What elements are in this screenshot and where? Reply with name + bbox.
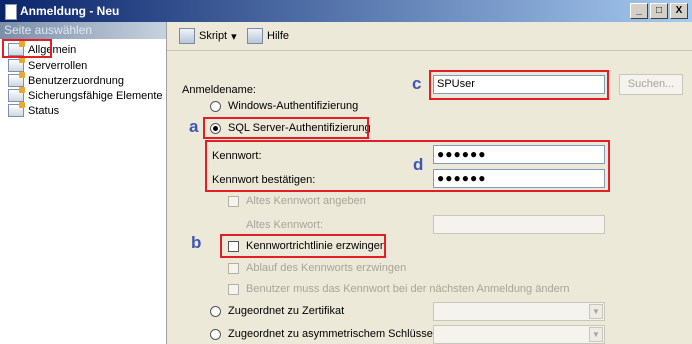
certificate-radio[interactable] bbox=[210, 306, 221, 317]
highlight-box-allgemein bbox=[2, 39, 52, 58]
help-button[interactable]: Hilfe bbox=[247, 28, 289, 44]
highlight-box-sql-auth bbox=[203, 117, 369, 139]
old-password-check-label: Altes Kennwort angeben bbox=[246, 195, 366, 207]
login-name-label: Anmeldename: bbox=[182, 84, 256, 96]
certificate-select[interactable]: ▼ bbox=[433, 302, 605, 321]
sidebar-item-label: Serverrollen bbox=[28, 59, 88, 72]
old-password-checkbox[interactable] bbox=[228, 196, 239, 207]
sidebar-item-benutzerzuordnung[interactable]: Benutzerzuordnung bbox=[8, 72, 125, 88]
marker-b: b bbox=[191, 233, 202, 252]
asymmetric-key-radio[interactable] bbox=[210, 329, 221, 340]
page-selector-pane: Seite auswählen Allgemein Serverrollen B… bbox=[0, 22, 167, 344]
search-button[interactable]: Suchen... bbox=[619, 74, 683, 95]
asymmetric-key-select[interactable]: ▼ bbox=[433, 325, 605, 344]
enforce-expiration-checkbox[interactable] bbox=[228, 263, 239, 274]
must-change-checkbox[interactable] bbox=[228, 284, 239, 295]
sidebar-item-status[interactable]: Status bbox=[8, 102, 60, 118]
help-icon bbox=[247, 28, 263, 44]
maximize-button[interactable]: □ bbox=[650, 3, 668, 19]
pane-header: Seite auswählen bbox=[0, 22, 166, 39]
certificate-label: Zugeordnet zu Zertifikat bbox=[228, 305, 345, 317]
chevron-down-icon: ▼ bbox=[589, 327, 603, 342]
minimize-button[interactable]: _ bbox=[630, 3, 648, 19]
window-controls: _ □ X bbox=[630, 3, 688, 19]
close-button[interactable]: X bbox=[670, 3, 688, 19]
script-label: Skript bbox=[199, 30, 228, 42]
windows-auth-radio[interactable] bbox=[210, 101, 221, 112]
sidebar-item-label: Status bbox=[28, 104, 60, 117]
marker-c: c bbox=[412, 74, 422, 93]
marker-d: d bbox=[413, 155, 424, 174]
sidebar-item-serverrollen[interactable]: Serverrollen bbox=[8, 57, 88, 73]
page-icon bbox=[8, 57, 25, 72]
page-icon bbox=[8, 72, 25, 87]
script-icon bbox=[179, 28, 195, 44]
marker-a: a bbox=[189, 117, 199, 136]
sidebar-item-label: Benutzerzuordnung bbox=[28, 74, 125, 87]
highlight-box-passwords bbox=[205, 140, 610, 192]
chevron-down-icon: ▼ bbox=[589, 304, 603, 319]
old-password-input[interactable] bbox=[433, 215, 605, 234]
windows-auth-label: Windows-Authentifizierung bbox=[228, 100, 359, 112]
old-password-label: Altes Kennwort: bbox=[246, 219, 324, 231]
must-change-label: Benutzer muss das Kennwort bei der nächs… bbox=[246, 283, 570, 295]
help-label: Hilfe bbox=[267, 30, 290, 42]
toolbar: Skript ▾ Hilfe bbox=[167, 22, 692, 51]
app-icon bbox=[5, 4, 17, 20]
asymmetric-key-label: Zugeordnet zu asymmetrischem Schlüssel bbox=[228, 328, 436, 340]
page-icon bbox=[8, 102, 25, 117]
sidebar-item-label: Sicherungsfähige Elemente bbox=[28, 89, 163, 102]
highlight-box-policy bbox=[220, 234, 386, 258]
dropdown-arrow-icon: ▾ bbox=[231, 30, 237, 43]
sidebar-item-sicherungsfaehige-elemente[interactable]: Sicherungsfähige Elemente bbox=[8, 87, 163, 103]
enforce-expiration-label: Ablauf des Kennworts erzwingen bbox=[246, 262, 407, 274]
page-icon bbox=[8, 87, 25, 102]
title-bar: Anmeldung - Neu _ □ X bbox=[0, 0, 692, 22]
window-title: Anmeldung - Neu bbox=[20, 4, 120, 18]
general-page: Skript ▾ Hilfe Anmeldename: SPUser Suche… bbox=[167, 22, 692, 344]
highlight-box-login bbox=[429, 70, 609, 100]
script-button[interactable]: Skript ▾ bbox=[179, 28, 237, 44]
